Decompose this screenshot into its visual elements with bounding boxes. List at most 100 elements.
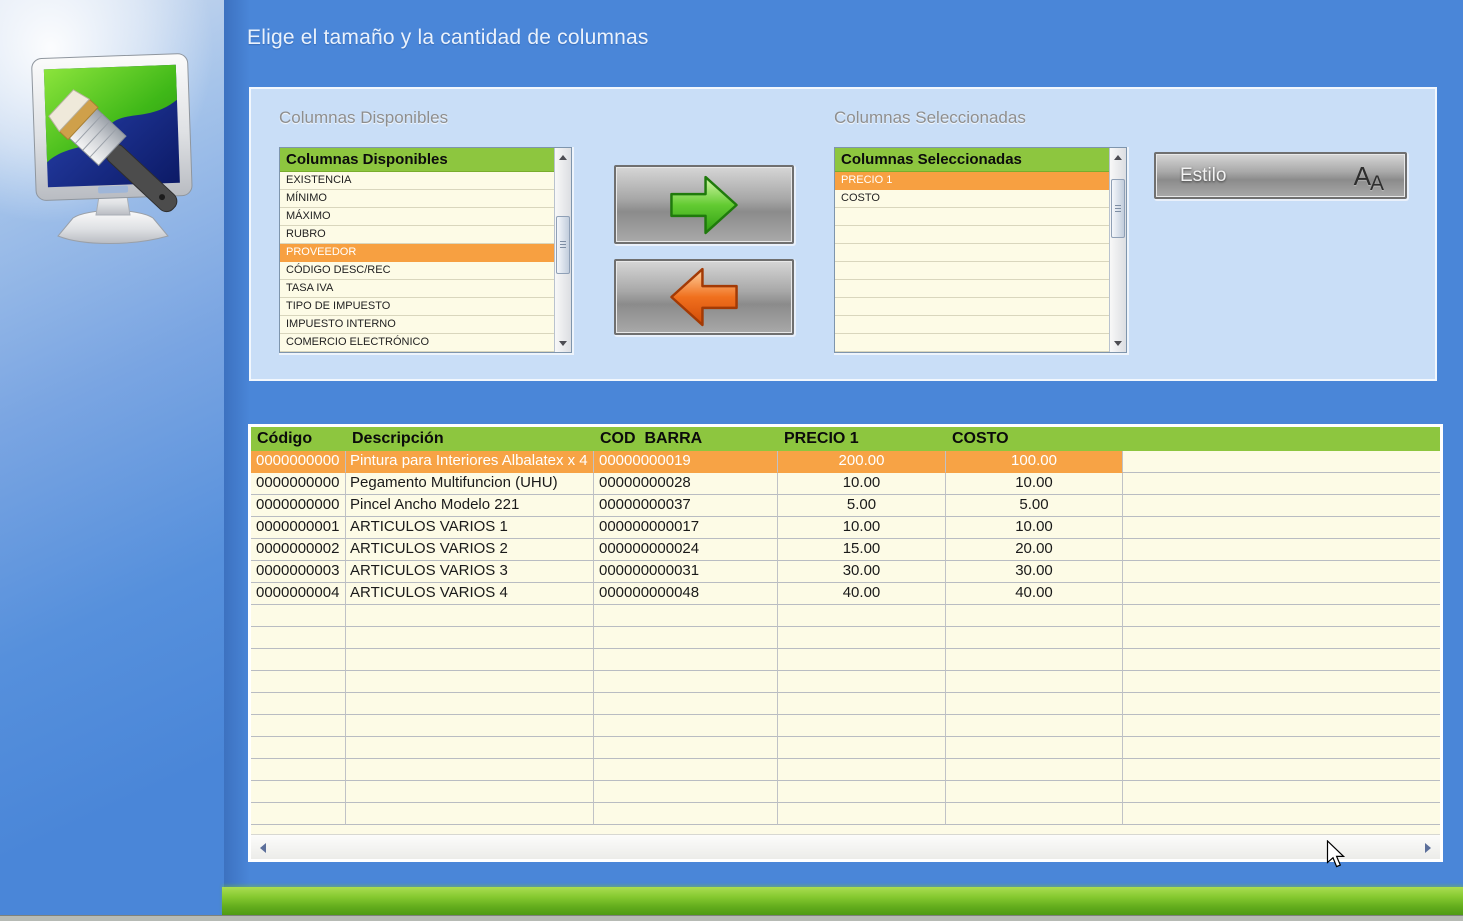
table-cell[interactable]: 0000000000: [251, 451, 346, 473]
table-cell[interactable]: [1123, 671, 1440, 693]
table-row[interactable]: 0000000000 Pintura para Interiores Albala…: [251, 451, 1440, 473]
table-cell[interactable]: 0000000000: [251, 473, 346, 495]
table-cell[interactable]: 00000000037: [594, 495, 778, 517]
move-left-button[interactable]: [614, 259, 794, 335]
table-cell[interactable]: 0000000003: [251, 561, 346, 583]
table-cell[interactable]: [1123, 715, 1440, 737]
table-cell[interactable]: 10.00: [778, 473, 946, 495]
table-hscrollbar[interactable]: [251, 834, 1440, 859]
column-header[interactable]: [1123, 427, 1440, 451]
scroll-right-button[interactable]: [1418, 835, 1438, 860]
table-cell[interactable]: [946, 649, 1123, 671]
selected-scrollbar[interactable]: [1109, 148, 1126, 352]
table-cell[interactable]: [346, 715, 594, 737]
column-header[interactable]: COD BARRA: [594, 427, 778, 451]
table-cell[interactable]: [594, 693, 778, 715]
list-item[interactable]: COSTO: [835, 190, 1109, 208]
table-cell[interactable]: [594, 649, 778, 671]
table-cell[interactable]: 20.00: [946, 539, 1123, 561]
table-row[interactable]: [251, 715, 1440, 737]
scrollbar-thumb[interactable]: [1111, 179, 1125, 238]
table-row[interactable]: [251, 803, 1440, 825]
table-cell[interactable]: [251, 627, 346, 649]
table-cell[interactable]: 15.00: [778, 539, 946, 561]
table-cell[interactable]: [594, 759, 778, 781]
table-cell[interactable]: [1123, 561, 1440, 583]
table-cell[interactable]: [251, 759, 346, 781]
table-row[interactable]: [251, 671, 1440, 693]
table-cell[interactable]: [1123, 583, 1440, 605]
table-cell[interactable]: [778, 759, 946, 781]
scroll-up-button[interactable]: [1110, 149, 1126, 165]
list-item[interactable]: PRECIO 1: [835, 172, 1109, 190]
list-item-empty[interactable]: [835, 280, 1109, 298]
table-cell[interactable]: 0000000000: [251, 495, 346, 517]
table-cell[interactable]: [946, 715, 1123, 737]
column-header[interactable]: PRECIO 1: [778, 427, 946, 451]
scroll-down-button[interactable]: [555, 335, 571, 351]
table-cell[interactable]: [594, 605, 778, 627]
table-cell[interactable]: 0000000002: [251, 539, 346, 561]
list-item[interactable]: CÓDIGO DESC/REC: [280, 262, 554, 280]
table-cell[interactable]: 5.00: [778, 495, 946, 517]
list-item[interactable]: COMERCIO ELECTRÓNICO: [280, 334, 554, 352]
list-item-empty[interactable]: [835, 298, 1109, 316]
list-item-empty[interactable]: [835, 226, 1109, 244]
table-cell[interactable]: [346, 781, 594, 803]
table-cell[interactable]: 0000000001: [251, 517, 346, 539]
list-item-empty[interactable]: [835, 244, 1109, 262]
table-cell[interactable]: [1123, 517, 1440, 539]
table-cell[interactable]: [946, 759, 1123, 781]
table-cell[interactable]: ARTICULOS VARIOS 3: [346, 561, 594, 583]
table-cell[interactable]: [346, 693, 594, 715]
table-cell[interactable]: 00000000028: [594, 473, 778, 495]
table-cell[interactable]: [1123, 649, 1440, 671]
table-cell[interactable]: [594, 671, 778, 693]
table-cell[interactable]: [594, 627, 778, 649]
column-header[interactable]: COSTO: [946, 427, 1123, 451]
table-cell[interactable]: [778, 649, 946, 671]
table-cell[interactable]: [1123, 605, 1440, 627]
table-cell[interactable]: [946, 781, 1123, 803]
list-item[interactable]: EXISTENCIA: [280, 172, 554, 190]
scroll-down-button[interactable]: [1110, 335, 1126, 351]
table-cell[interactable]: 5.00: [946, 495, 1123, 517]
table-row[interactable]: [251, 693, 1440, 715]
table-row[interactable]: [251, 627, 1440, 649]
available-scrollbar[interactable]: [554, 148, 571, 352]
table-cell[interactable]: [778, 737, 946, 759]
table-cell[interactable]: 10.00: [946, 517, 1123, 539]
table-cell[interactable]: [1123, 781, 1440, 803]
table-row[interactable]: 0000000000 Pegamento Multifuncion (UHU) 00…: [251, 473, 1440, 495]
table-cell[interactable]: [1123, 627, 1440, 649]
table-cell[interactable]: [946, 803, 1123, 825]
table-cell[interactable]: 10.00: [946, 473, 1123, 495]
table-cell[interactable]: [251, 715, 346, 737]
list-item-empty[interactable]: [835, 208, 1109, 226]
table-cell[interactable]: [946, 737, 1123, 759]
table-cell[interactable]: [346, 627, 594, 649]
list-item-empty[interactable]: [835, 316, 1109, 334]
column-header[interactable]: Descripción: [346, 427, 594, 451]
table-cell[interactable]: [1123, 693, 1440, 715]
table-cell[interactable]: [1123, 803, 1440, 825]
table-cell[interactable]: [346, 737, 594, 759]
table-row[interactable]: 0000000001 ARTICULOS VARIOS 1 000000000017…: [251, 517, 1440, 539]
table-cell[interactable]: [251, 737, 346, 759]
list-item[interactable]: MÍNIMO: [280, 190, 554, 208]
list-item[interactable]: MÁXIMO: [280, 208, 554, 226]
table-cell[interactable]: [946, 671, 1123, 693]
table-cell[interactable]: [778, 627, 946, 649]
table-cell[interactable]: 40.00: [778, 583, 946, 605]
table-cell[interactable]: [346, 671, 594, 693]
table-cell[interactable]: [1123, 473, 1440, 495]
table-cell[interactable]: [778, 671, 946, 693]
table-cell[interactable]: [251, 649, 346, 671]
table-cell[interactable]: ARTICULOS VARIOS 4: [346, 583, 594, 605]
scroll-up-button[interactable]: [555, 149, 571, 165]
table-cell[interactable]: 10.00: [778, 517, 946, 539]
table-cell[interactable]: 0000000004: [251, 583, 346, 605]
table-cell[interactable]: Pegamento Multifuncion (UHU): [346, 473, 594, 495]
table-row[interactable]: [251, 759, 1440, 781]
table-cell[interactable]: [778, 605, 946, 627]
